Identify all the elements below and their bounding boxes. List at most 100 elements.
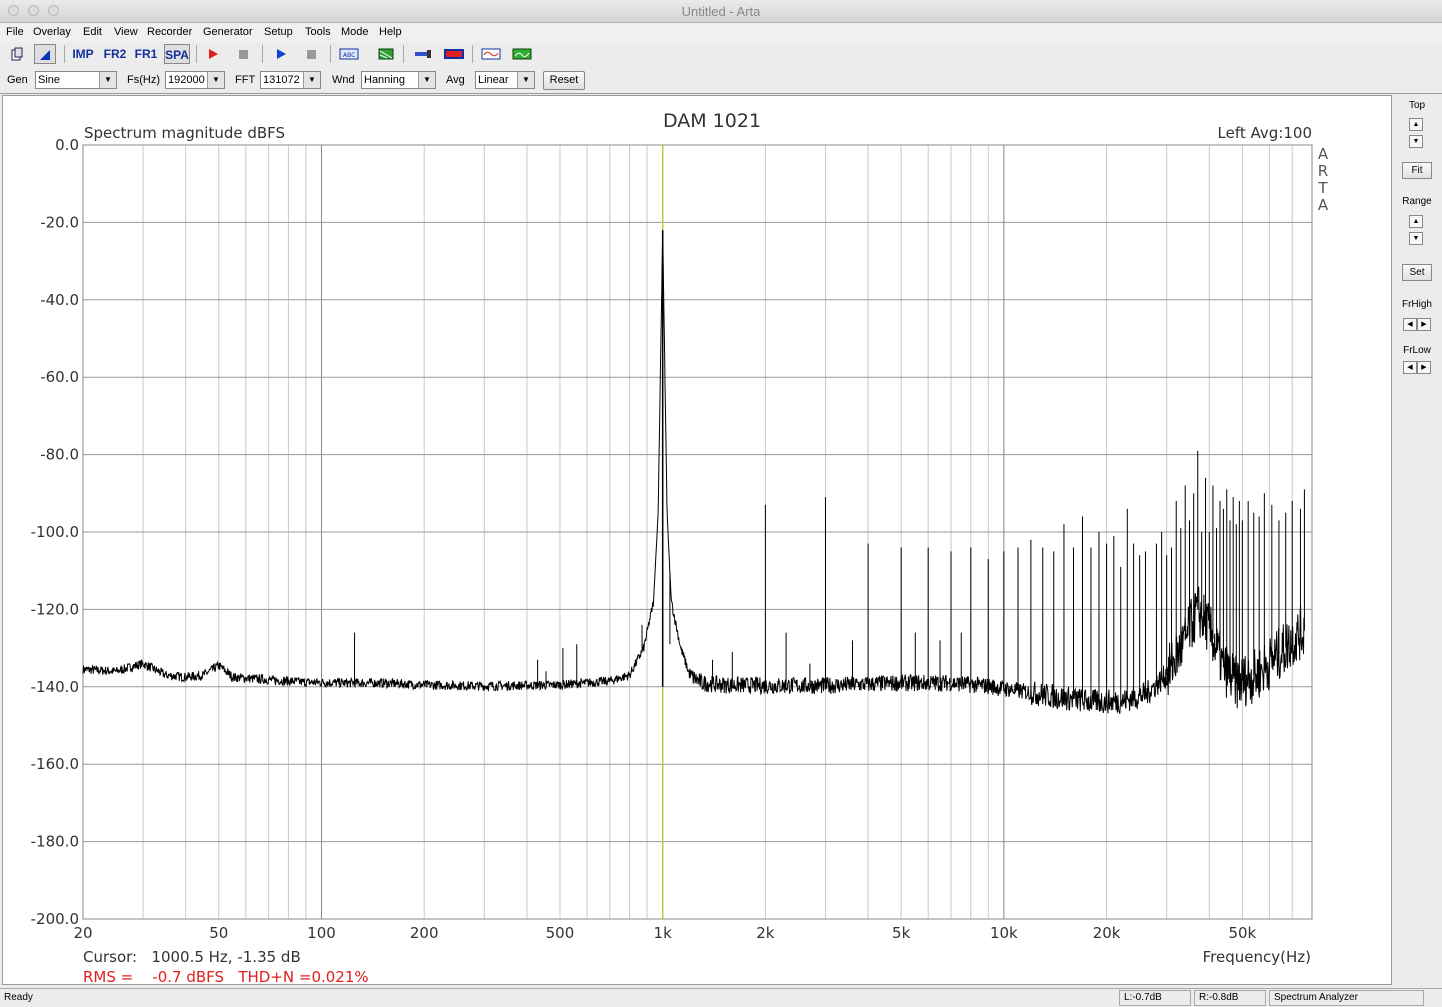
record-stop-icon[interactable] <box>232 44 254 64</box>
y-axis-label: Spectrum magnitude dBFS <box>84 124 285 142</box>
spectrum-view-icon[interactable] <box>510 44 534 64</box>
range-up-icon[interactable]: ▲ <box>1409 215 1423 228</box>
y-tick-label: -140.0 <box>31 678 79 696</box>
status-mode: Spectrum Analyzer <box>1269 990 1424 1006</box>
y-tick-label: -180.0 <box>31 833 79 851</box>
y-tick-label: -120.0 <box>31 600 79 618</box>
menu-generator[interactable]: Generator <box>203 26 253 38</box>
x-tick-label: 20k <box>1093 924 1121 942</box>
oscilloscope-icon[interactable] <box>479 44 503 64</box>
y-tick-label: -160.0 <box>31 755 79 773</box>
top-down-icon[interactable]: ▼ <box>1409 135 1423 148</box>
menu-tools[interactable]: Tools <box>305 26 331 38</box>
fs-select-value: 192000 <box>168 74 205 86</box>
frhigh-right-icon[interactable]: ▶ <box>1417 318 1431 331</box>
fft-select-value: 131072 <box>263 74 300 86</box>
channel-info: Left Avg:100 <box>1218 124 1312 142</box>
calibration-icon[interactable] <box>442 44 466 64</box>
frlow-left-icon[interactable]: ◀ <box>1403 361 1417 374</box>
probe-icon[interactable] <box>411 44 435 64</box>
top-up-icon[interactable]: ▲ <box>1409 118 1423 131</box>
wnd-select[interactable]: Hanning ▼ <box>361 71 436 89</box>
toolbar: IMP FR2 FR1 SPA ABC <box>0 42 1442 66</box>
chart-color-icon[interactable] <box>375 44 397 64</box>
window-title: Untitled - Arta <box>681 4 761 19</box>
range-label: Range <box>1402 196 1432 207</box>
watermark-a2: A <box>1318 196 1329 214</box>
x-tick-label: 1k <box>654 924 673 942</box>
spectrum-chart[interactable]: 0.0 -20.0 -40.0 -60.0 -80.0 -100.0 -120.0 -140.… <box>3 96 1391 986</box>
reset-button[interactable]: Reset <box>543 71 585 90</box>
title-bar: Untitled - Arta <box>0 0 1442 23</box>
menu-edit[interactable]: Edit <box>83 26 102 38</box>
chevron-down-icon[interactable]: ▼ <box>418 72 435 88</box>
new-file-icon[interactable] <box>6 44 28 64</box>
fft-label: FFT <box>235 74 256 86</box>
menu-recorder[interactable]: Recorder <box>147 26 192 38</box>
x-tick-label: 100 <box>307 924 336 942</box>
avg-select-value: Linear <box>478 74 509 86</box>
chevron-down-icon[interactable]: ▼ <box>99 72 116 88</box>
wnd-select-value: Hanning <box>364 74 405 86</box>
chart-title: DAM 1021 <box>663 110 761 132</box>
menu-view[interactable]: View <box>114 26 138 38</box>
status-bar: Ready L:-0.7dB R:-0.8dB Spectrum Analyze… <box>0 988 1442 1007</box>
svg-text:ABC: ABC <box>343 52 355 59</box>
x-tick-label: 500 <box>546 924 575 942</box>
avg-label: Avg <box>446 74 465 86</box>
menu-setup[interactable]: Setup <box>264 26 293 38</box>
cursor-tool-icon[interactable] <box>34 44 56 64</box>
gen-select[interactable]: Sine ▼ <box>35 71 117 89</box>
fr1-mode-button[interactable]: FR1 <box>133 44 159 64</box>
measurement-readout: RMS = -0.7 dBFS THD+N =0.021% <box>83 968 369 984</box>
frhigh-label: FrHigh <box>1401 299 1432 310</box>
record-play-icon[interactable] <box>202 44 224 64</box>
x-axis-label: Frequency(Hz) <box>1203 948 1311 966</box>
frlow-right-icon[interactable]: ▶ <box>1417 361 1431 374</box>
control-bar: Gen Sine ▼ Fs(Hz) 192000 ▼ FFT 131072 ▼ … <box>0 68 1442 94</box>
x-tick-label: 10k <box>990 924 1018 942</box>
label-abc-icon[interactable]: ABC <box>337 44 361 64</box>
x-tick-label: 50k <box>1228 924 1256 942</box>
chevron-down-icon[interactable]: ▼ <box>517 72 534 88</box>
fr2-mode-button[interactable]: FR2 <box>102 44 128 64</box>
watermark-a: A <box>1318 145 1329 163</box>
y-tick-label: -200.0 <box>31 910 79 928</box>
x-tick-label: 2k <box>756 924 775 942</box>
gen-label: Gen <box>7 74 28 86</box>
chevron-down-icon[interactable]: ▼ <box>207 72 224 88</box>
status-left-level: L:-0.7dB <box>1119 990 1191 1006</box>
frhigh-left-icon[interactable]: ◀ <box>1403 318 1417 331</box>
fft-select[interactable]: 131072 ▼ <box>260 71 321 89</box>
y-tick-label: 0.0 <box>55 136 79 154</box>
x-tick-label: 20 <box>73 924 92 942</box>
menu-file[interactable]: File <box>6 26 24 38</box>
y-tick-label: -20.0 <box>40 213 79 231</box>
fs-select[interactable]: 192000 ▼ <box>165 71 225 89</box>
imp-mode-button[interactable]: IMP <box>70 44 96 64</box>
frlow-label: FrLow <box>1403 345 1431 356</box>
range-down-icon[interactable]: ▼ <box>1409 232 1423 245</box>
menu-mode[interactable]: Mode <box>341 26 369 38</box>
chevron-down-icon[interactable]: ▼ <box>303 72 320 88</box>
menu-overlay[interactable]: Overlay <box>33 26 71 38</box>
set-button[interactable]: Set <box>1402 264 1432 281</box>
fit-button[interactable]: Fit <box>1402 162 1432 179</box>
x-tick-label: 5k <box>892 924 911 942</box>
spa-mode-button[interactable]: SPA <box>164 44 190 64</box>
y-tick-label: -80.0 <box>40 446 79 464</box>
status-right-level: R:-0.8dB <box>1194 990 1266 1006</box>
avg-select[interactable]: Linear ▼ <box>475 71 535 89</box>
status-ready: Ready <box>4 992 33 1003</box>
generator-play-icon[interactable] <box>270 44 292 64</box>
spectrum-plot-panel[interactable]: 0.0 -20.0 -40.0 -60.0 -80.0 -100.0 -120.0 -140.… <box>2 95 1392 986</box>
gen-select-value: Sine <box>38 74 61 86</box>
x-tick-label: 200 <box>410 924 439 942</box>
cursor-readout: Cursor: 1000.5 Hz, -1.35 dB <box>83 948 301 966</box>
fs-label: Fs(Hz) <box>127 74 160 86</box>
wnd-label: Wnd <box>332 74 355 86</box>
y-tick-label: -40.0 <box>40 291 79 309</box>
generator-stop-icon[interactable] <box>300 44 322 64</box>
menu-help[interactable]: Help <box>379 26 402 38</box>
y-tick-label: -60.0 <box>40 368 79 386</box>
